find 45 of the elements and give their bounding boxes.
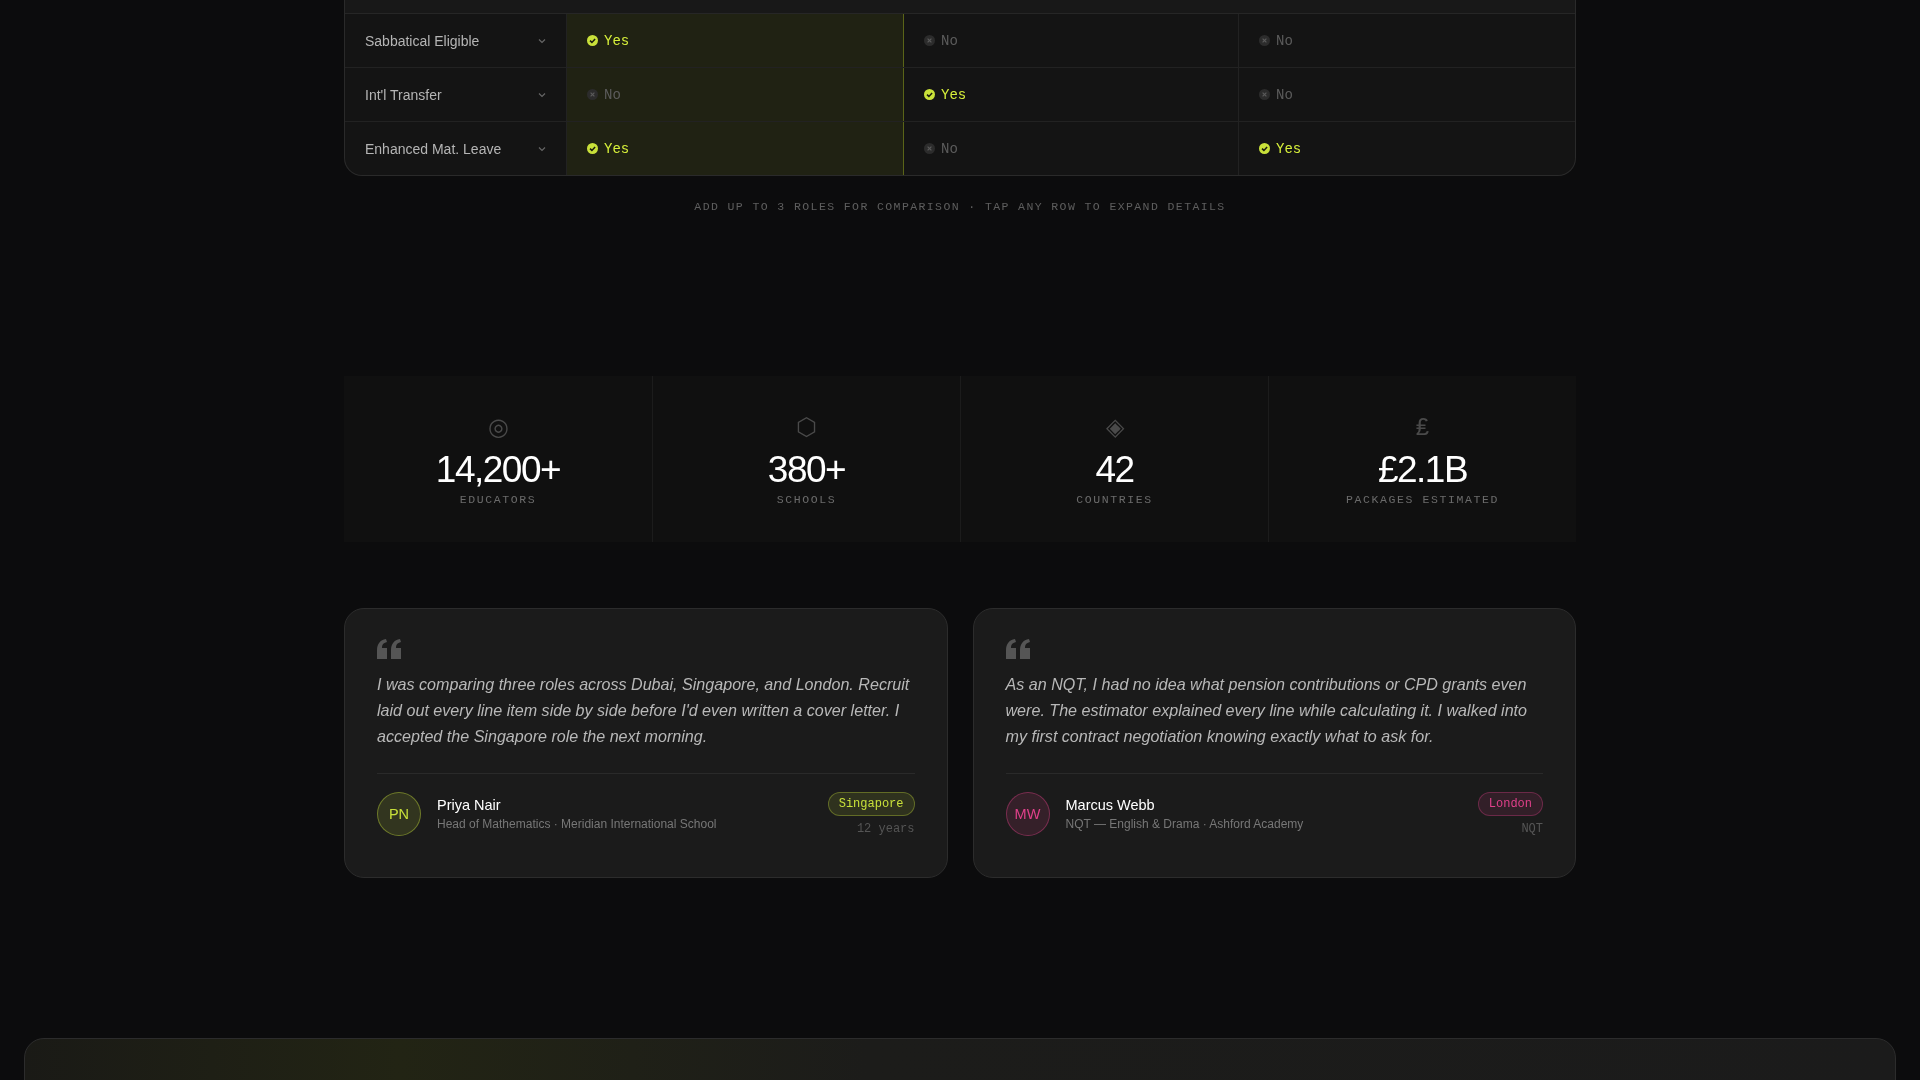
cell-value: No bbox=[604, 86, 621, 103]
cell-value: No bbox=[1276, 86, 1293, 103]
row-toggle[interactable]: Enhanced Mat. Leave bbox=[345, 122, 566, 175]
row-label: Enhanced Mat. Leave bbox=[365, 140, 502, 157]
testimonial-quote: I was comparing three roles across Dubai, Singapore, and London. Recruit laid out every line item side by side before I'd even written a cover letter. I accepted the Singapore role the next morning. bbox=[377, 674, 911, 747]
stat-label: SCHOOLS bbox=[776, 492, 837, 506]
chevron-icon bbox=[538, 37, 546, 44]
stat-label: PACKAGES ESTIMATED bbox=[1346, 492, 1499, 506]
stat-icon: ⬡ bbox=[796, 412, 817, 441]
location-tag: Singapore bbox=[827, 792, 915, 816]
chevron-icon bbox=[538, 145, 546, 152]
cell-value: No bbox=[1276, 32, 1293, 49]
stat-value: 42 bbox=[1095, 448, 1134, 491]
quote-icon bbox=[377, 639, 403, 659]
row-toggle[interactable]: Int'l Transfer bbox=[345, 68, 566, 121]
experience-label: NQT bbox=[1521, 822, 1543, 836]
stat-icon: ₤ bbox=[1415, 412, 1430, 441]
quote-icon bbox=[1005, 639, 1032, 659]
stat-label: COUNTRIES bbox=[1076, 492, 1153, 506]
experience-label: 12 years bbox=[856, 822, 915, 836]
avatar: PN bbox=[377, 792, 421, 836]
stat-value: 380+ bbox=[767, 448, 846, 491]
person-name: Marcus Webb bbox=[1065, 797, 1156, 813]
person-role: NQT — English & Drama · Ashford Academy bbox=[1065, 817, 1305, 831]
row-toggle[interactable]: Sabbatical Eligible bbox=[345, 14, 566, 67]
stat-value: 14,200+ bbox=[435, 448, 561, 491]
cell-value: No bbox=[941, 32, 958, 49]
cell-value: Yes bbox=[604, 140, 630, 157]
cell-value: Yes bbox=[1276, 140, 1302, 157]
stat-icon: ◈ bbox=[1105, 412, 1124, 441]
location-tag: London bbox=[1477, 792, 1543, 816]
row-label: Int'l Transfer bbox=[365, 86, 442, 103]
person-role: Head of Mathematics · Meridian International School bbox=[437, 817, 718, 831]
avatar: MW bbox=[1005, 792, 1050, 836]
chevron-icon bbox=[538, 91, 546, 98]
cell-value: Yes bbox=[941, 86, 967, 103]
stat-label: EDUCATORS bbox=[459, 492, 537, 506]
testimonial-quote: As an NQT, I had no idea what pension contributions or CPD grants even were. The estimator explained every line while calculating it. I walked into my first contract negotiation knowing exactly what to ask for. bbox=[1005, 674, 1528, 747]
person-name: Priya Nair bbox=[437, 797, 502, 813]
stat-icon: ◎ bbox=[487, 412, 509, 441]
stat-value: £2.1B bbox=[1377, 448, 1468, 491]
hint-text: ADD UP TO 3 ROLES FOR COMPARISON · TAP ANY ROW TO EXPAND DETAILS bbox=[693, 200, 1227, 213]
cell-value: Yes bbox=[604, 32, 630, 49]
row-label: Sabbatical Eligible bbox=[365, 32, 480, 49]
cell-value: No bbox=[941, 140, 958, 157]
